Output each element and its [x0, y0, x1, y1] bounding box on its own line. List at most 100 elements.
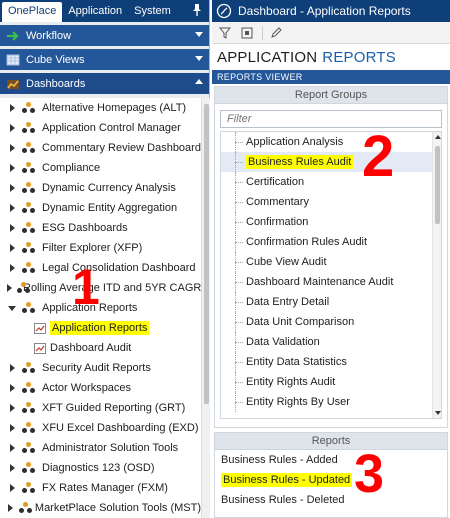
grid-settings-icon[interactable]: [240, 26, 254, 40]
tree-item-legal-consolidation[interactable]: Legal Consolidation Dashboard: [0, 258, 201, 278]
expand-arrow-icon[interactable]: [7, 223, 17, 233]
tree-item-diagnostics[interactable]: Diagnostics 123 (OSD): [0, 458, 201, 478]
tree-item-application-reports[interactable]: Application Reports: [0, 318, 201, 338]
tree-item-label: XFU Excel Dashboarding (EXD): [42, 422, 199, 434]
tree-item-label: Filter Explorer (XFP): [42, 242, 143, 254]
tab-application[interactable]: Application: [62, 0, 128, 22]
expand-arrow-icon[interactable]: [7, 503, 14, 513]
list-item[interactable]: Dashboard Maintenance Audit: [221, 272, 433, 292]
tree-item-application-reports-group[interactable]: Application Reports: [0, 298, 201, 318]
tree-item-dashboard-audit[interactable]: Dashboard Audit: [0, 338, 201, 358]
scrollbar-thumb[interactable]: [204, 104, 209, 404]
expand-arrow-icon[interactable]: [7, 383, 17, 393]
list-item-selected[interactable]: Business Rules Audit: [221, 152, 433, 172]
expand-arrow-icon[interactable]: [7, 423, 17, 433]
list-item[interactable]: Application Analysis: [221, 132, 433, 152]
tab-oneplace[interactable]: OnePlace: [2, 2, 63, 22]
tree-item-compliance[interactable]: Compliance: [0, 158, 201, 178]
list-item[interactable]: Commentary: [221, 192, 433, 212]
tree-item-label: Dashboard Audit: [50, 342, 132, 354]
list-item[interactable]: Data Entry Detail: [221, 292, 433, 312]
tree-item-application-control-manager[interactable]: Application Control Manager: [0, 118, 201, 138]
tree-item-rolling-average[interactable]: Rolling Average ITD and 5YR CAGR: [0, 278, 201, 298]
tree-item-xfu-excel[interactable]: XFU Excel Dashboarding (EXD): [0, 418, 201, 438]
dashboard-group-icon: [22, 102, 36, 114]
expand-arrow-icon[interactable]: [7, 103, 17, 113]
dashboard-group-icon: [22, 482, 36, 494]
expand-arrow-icon[interactable]: [7, 263, 17, 273]
filter-input[interactable]: Filter: [220, 110, 442, 128]
pin-icon[interactable]: [191, 3, 203, 17]
dashboard-group-icon: [22, 442, 36, 454]
list-item[interactable]: Entity Rights By User: [221, 392, 433, 412]
expand-arrow-icon[interactable]: [7, 283, 12, 293]
tree-item-label: Dynamic Currency Analysis: [42, 182, 176, 194]
section-workflow[interactable]: Workflow: [0, 25, 209, 46]
tree-item-security-audit[interactable]: Security Audit Reports: [0, 358, 201, 378]
tree-item-dynamic-currency[interactable]: Dynamic Currency Analysis: [0, 178, 201, 198]
list-item[interactable]: Confirmation: [221, 212, 433, 232]
section-dashboards[interactable]: Dashboards: [0, 73, 209, 94]
list-item[interactable]: Data Validation: [221, 332, 433, 352]
tree-item-label: Alternative Homepages (ALT): [42, 102, 187, 114]
edit-pencil-icon[interactable]: [262, 25, 282, 40]
tree-item-esg[interactable]: ESG Dashboards: [0, 218, 201, 238]
expand-arrow-icon[interactable]: [7, 463, 17, 473]
section-cube-views-label: Cube Views: [26, 53, 85, 66]
expand-arrow-icon[interactable]: [7, 203, 17, 213]
expand-arrow-icon[interactable]: [7, 243, 17, 253]
tree-item-commentary-review[interactable]: Commentary Review Dashboard: [0, 138, 201, 158]
reports-header: Reports: [215, 433, 447, 450]
tab-system[interactable]: System: [128, 0, 177, 22]
report-groups-scrollbar[interactable]: [432, 132, 441, 418]
expand-arrow-icon[interactable]: [7, 363, 17, 373]
dashboard-group-icon: [22, 122, 36, 134]
tree-item-label: Legal Consolidation Dashboard: [42, 262, 196, 274]
tree-item-xft-guided[interactable]: XFT Guided Reporting (GRT): [0, 398, 201, 418]
dashboard-group-icon: [22, 182, 36, 194]
expand-arrow-icon[interactable]: [7, 143, 17, 153]
expand-arrow-icon[interactable]: [7, 123, 17, 133]
tree-item-filter-explorer[interactable]: Filter Explorer (XFP): [0, 238, 201, 258]
tree-item-label: FX Rates Manager (FXM): [42, 482, 168, 494]
tree-item-marketplace-solution[interactable]: MarketPlace Solution Tools (MST): [0, 498, 201, 518]
scroll-up-arrow-icon[interactable]: [435, 135, 441, 139]
report-item[interactable]: Business Rules - Deleted: [215, 490, 447, 510]
tree-item-label: MarketPlace Solution Tools (MST): [34, 502, 201, 514]
list-item[interactable]: Entity Data Statistics: [221, 352, 433, 372]
expand-arrow-icon[interactable]: [7, 483, 17, 493]
chart-report-icon: [34, 342, 46, 354]
expand-arrow-icon[interactable]: [7, 443, 17, 453]
scroll-down-arrow-icon[interactable]: [435, 411, 441, 415]
list-item[interactable]: Data Unit Comparison: [221, 312, 433, 332]
page-title-part2: REPORTS: [322, 48, 396, 66]
dashboard-group-icon: [22, 462, 36, 474]
page-title-part1: APPLICATION: [217, 48, 318, 66]
scrollbar-thumb[interactable]: [435, 146, 440, 224]
expand-arrow-icon[interactable]: [7, 183, 17, 193]
report-item[interactable]: Business Rules - Added: [215, 450, 447, 470]
tree-scrollbar[interactable]: [201, 98, 210, 518]
chevron-up-icon: [195, 79, 203, 84]
tree-item-fx-rates[interactable]: FX Rates Manager (FXM): [0, 478, 201, 498]
onestream-logo-icon: [216, 3, 232, 19]
list-item[interactable]: Entity Rights Audit: [221, 372, 433, 392]
report-item-label: Business Rules - Updated: [221, 473, 353, 487]
list-item[interactable]: Confirmation Rules Audit: [221, 232, 433, 252]
expand-arrow-icon[interactable]: [7, 403, 17, 413]
tree-item-dynamic-entity[interactable]: Dynamic Entity Aggregation: [0, 198, 201, 218]
tree-item-alternative-homepages[interactable]: Alternative Homepages (ALT): [0, 98, 201, 118]
filter-icon[interactable]: [218, 26, 232, 40]
expand-arrow-icon[interactable]: [7, 163, 17, 173]
collapse-arrow-icon[interactable]: [7, 303, 17, 313]
list-item[interactable]: Cube View Audit: [221, 252, 433, 272]
tree-item-actor-workspaces[interactable]: Actor Workspaces: [0, 378, 201, 398]
list-item[interactable]: Certification: [221, 172, 433, 192]
report-item-highlighted[interactable]: Business Rules - Updated: [215, 470, 447, 490]
tree-item-administrator-solution[interactable]: Administrator Solution Tools: [0, 438, 201, 458]
section-cube-views[interactable]: Cube Views: [0, 49, 209, 70]
tree-item-label: Security Audit Reports: [42, 362, 151, 374]
dashboard-group-icon: [19, 502, 33, 514]
dashboard-group-icon: [22, 162, 36, 174]
step-3-annotation: 3: [354, 444, 385, 504]
